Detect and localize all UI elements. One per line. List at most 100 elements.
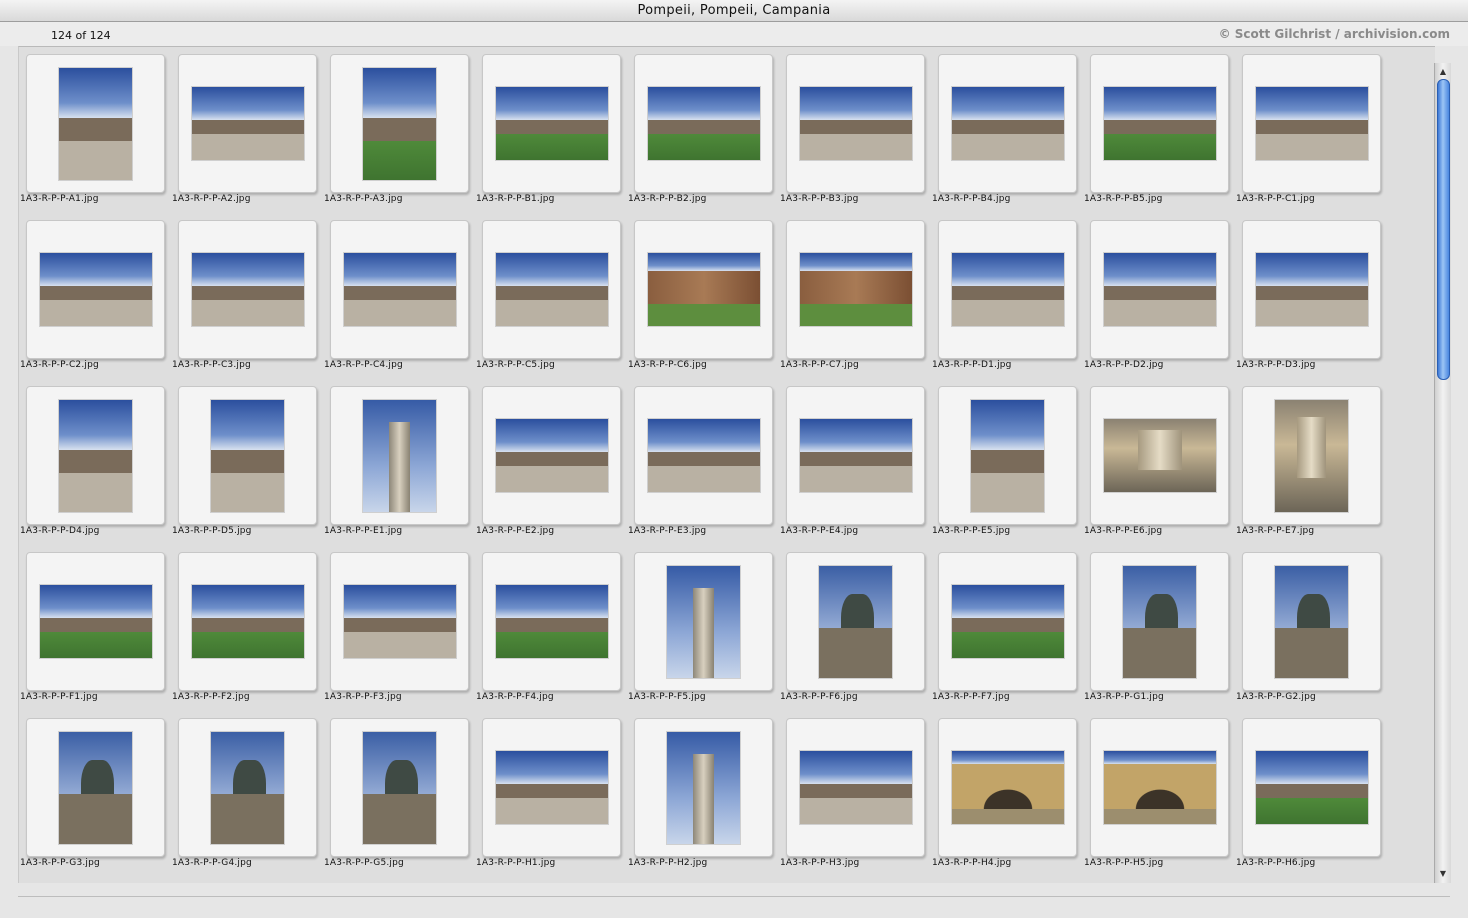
- thumbnail-image[interactable]: [363, 732, 436, 844]
- thumbnail-grid[interactable]: 1A3-R-P-P-A1.jpg 1A3-R-P-P-A2.jpg 1A3-R-P-…: [18, 46, 1435, 883]
- slide-frame[interactable]: [330, 552, 469, 691]
- thumbnail-image[interactable]: [1256, 87, 1368, 160]
- thumbnail-image[interactable]: [192, 253, 304, 326]
- thumbnail-item[interactable]: 1A3-R-P-P-F7.jpg: [931, 545, 1083, 711]
- thumbnail-image[interactable]: [363, 400, 436, 512]
- thumbnail-image[interactable]: [192, 585, 304, 658]
- thumbnail-item[interactable]: 1A3-R-P-P-B2.jpg: [627, 47, 779, 213]
- slide-frame[interactable]: [1242, 386, 1381, 525]
- slide-frame[interactable]: [482, 386, 621, 525]
- thumbnail-image[interactable]: [496, 419, 608, 492]
- thumbnail-item[interactable]: 1A3-R-P-P-B1.jpg: [475, 47, 627, 213]
- slide-frame[interactable]: [1090, 220, 1229, 359]
- thumbnail-item[interactable]: 1A3-R-P-P-F2.jpg: [171, 545, 323, 711]
- thumbnail-item[interactable]: 1A3-R-P-P-A1.jpg: [19, 47, 171, 213]
- thumbnail-image[interactable]: [648, 419, 760, 492]
- thumbnail-image[interactable]: [800, 419, 912, 492]
- thumbnail-item[interactable]: 1A3-R-P-P-D1.jpg: [931, 213, 1083, 379]
- slide-frame[interactable]: [786, 386, 925, 525]
- thumbnail-item[interactable]: 1A3-R-P-P-C7.jpg: [779, 213, 931, 379]
- slide-frame[interactable]: [26, 718, 165, 857]
- thumbnail-image[interactable]: [800, 87, 912, 160]
- thumbnail-item[interactable]: 1A3-R-P-P-C1.jpg: [1235, 47, 1387, 213]
- thumbnail-image[interactable]: [496, 751, 608, 824]
- thumbnail-item[interactable]: 1A3-R-P-P-F5.jpg: [627, 545, 779, 711]
- slide-frame[interactable]: [1242, 552, 1381, 691]
- thumbnail-image[interactable]: [1256, 751, 1368, 824]
- thumbnail-item[interactable]: 1A3-R-P-P-C6.jpg: [627, 213, 779, 379]
- slide-frame[interactable]: [330, 386, 469, 525]
- slide-frame[interactable]: [634, 718, 773, 857]
- thumbnail-image[interactable]: [59, 68, 132, 180]
- thumbnail-item[interactable]: 1A3-R-P-P-D4.jpg: [19, 379, 171, 545]
- thumbnail-image[interactable]: [648, 253, 760, 326]
- scroll-up-arrow-icon[interactable]: ▲: [1435, 65, 1451, 79]
- thumbnail-item[interactable]: 1A3-R-P-P-F3.jpg: [323, 545, 475, 711]
- slide-frame[interactable]: [1090, 552, 1229, 691]
- slide-frame[interactable]: [178, 552, 317, 691]
- scrollbar-thumb[interactable]: [1437, 79, 1450, 380]
- thumbnail-image[interactable]: [211, 732, 284, 844]
- slide-frame[interactable]: [1242, 54, 1381, 193]
- slide-frame[interactable]: [786, 220, 925, 359]
- thumbnail-image[interactable]: [971, 400, 1044, 512]
- thumbnail-image[interactable]: [59, 400, 132, 512]
- thumbnail-image[interactable]: [1256, 253, 1368, 326]
- slide-frame[interactable]: [634, 552, 773, 691]
- thumbnail-image[interactable]: [800, 253, 912, 326]
- thumbnail-image[interactable]: [192, 87, 304, 160]
- thumbnail-image[interactable]: [800, 751, 912, 824]
- slide-frame[interactable]: [938, 552, 1077, 691]
- thumbnail-item[interactable]: 1A3-R-P-P-F4.jpg: [475, 545, 627, 711]
- thumbnail-image[interactable]: [496, 585, 608, 658]
- slide-frame[interactable]: [482, 54, 621, 193]
- thumbnail-image[interactable]: [1275, 400, 1348, 512]
- slide-frame[interactable]: [482, 220, 621, 359]
- thumbnail-item[interactable]: 1A3-R-P-P-E3.jpg: [627, 379, 779, 545]
- slide-frame[interactable]: [330, 54, 469, 193]
- slide-frame[interactable]: [26, 54, 165, 193]
- thumbnail-item[interactable]: 1A3-R-P-P-B4.jpg: [931, 47, 1083, 213]
- slide-frame[interactable]: [482, 552, 621, 691]
- thumbnail-image[interactable]: [667, 566, 740, 678]
- thumbnail-image[interactable]: [344, 253, 456, 326]
- thumbnail-image[interactable]: [344, 585, 456, 658]
- slide-frame[interactable]: [786, 552, 925, 691]
- thumbnail-item[interactable]: 1A3-R-P-P-F1.jpg: [19, 545, 171, 711]
- thumbnail-image[interactable]: [952, 253, 1064, 326]
- thumbnail-image[interactable]: [1104, 87, 1216, 160]
- thumbnail-item[interactable]: 1A3-R-P-P-F6.jpg: [779, 545, 931, 711]
- thumbnail-image[interactable]: [59, 732, 132, 844]
- slide-frame[interactable]: [1090, 54, 1229, 193]
- thumbnail-image[interactable]: [1123, 566, 1196, 678]
- thumbnail-item[interactable]: 1A3-R-P-P-G3.jpg: [19, 711, 171, 877]
- thumbnail-item[interactable]: 1A3-R-P-P-A3.jpg: [323, 47, 475, 213]
- thumbnail-item[interactable]: 1A3-R-P-P-C4.jpg: [323, 213, 475, 379]
- thumbnail-image[interactable]: [1104, 253, 1216, 326]
- slide-frame[interactable]: [938, 718, 1077, 857]
- slide-frame[interactable]: [178, 386, 317, 525]
- thumbnail-item[interactable]: 1A3-R-P-P-E7.jpg: [1235, 379, 1387, 545]
- thumbnail-image[interactable]: [952, 585, 1064, 658]
- thumbnail-item[interactable]: 1A3-R-P-P-E2.jpg: [475, 379, 627, 545]
- slide-frame[interactable]: [1242, 718, 1381, 857]
- slide-frame[interactable]: [178, 220, 317, 359]
- scroll-down-arrow-icon[interactable]: ▼: [1435, 867, 1451, 881]
- slide-frame[interactable]: [178, 54, 317, 193]
- slide-frame[interactable]: [938, 54, 1077, 193]
- thumbnail-item[interactable]: 1A3-R-P-P-E4.jpg: [779, 379, 931, 545]
- thumbnail-item[interactable]: 1A3-R-P-P-E5.jpg: [931, 379, 1083, 545]
- thumbnail-image[interactable]: [40, 253, 152, 326]
- thumbnail-item[interactable]: 1A3-R-P-P-D5.jpg: [171, 379, 323, 545]
- slide-frame[interactable]: [1090, 386, 1229, 525]
- thumbnail-item[interactable]: 1A3-R-P-P-C3.jpg: [171, 213, 323, 379]
- thumbnail-image[interactable]: [1104, 751, 1216, 824]
- thumbnail-item[interactable]: 1A3-R-P-P-H5.jpg: [1083, 711, 1235, 877]
- thumbnail-item[interactable]: 1A3-R-P-P-C5.jpg: [475, 213, 627, 379]
- thumbnail-item[interactable]: 1A3-R-P-P-D3.jpg: [1235, 213, 1387, 379]
- thumbnail-item[interactable]: 1A3-R-P-P-E6.jpg: [1083, 379, 1235, 545]
- thumbnail-image[interactable]: [496, 87, 608, 160]
- thumbnail-item[interactable]: 1A3-R-P-P-G5.jpg: [323, 711, 475, 877]
- slide-frame[interactable]: [634, 54, 773, 193]
- thumbnail-item[interactable]: 1A3-R-P-P-D2.jpg: [1083, 213, 1235, 379]
